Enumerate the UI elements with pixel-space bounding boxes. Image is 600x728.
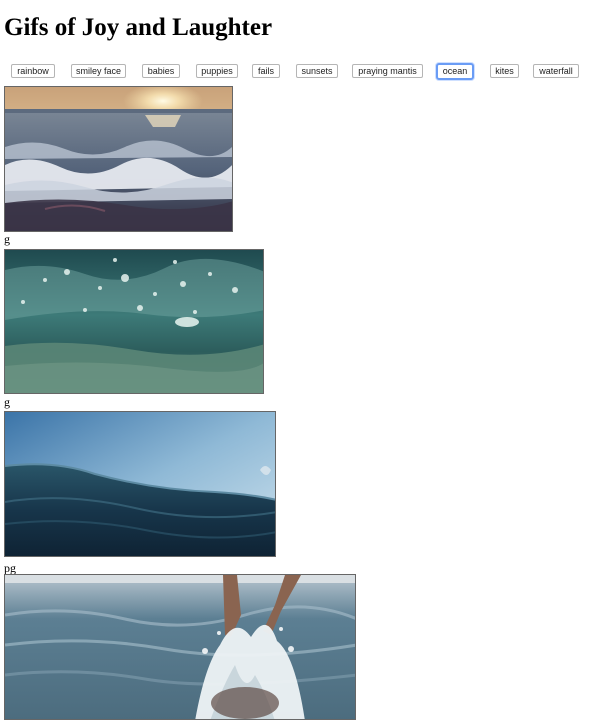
gif-legs-splashing-surf — [4, 574, 356, 720]
gif-caption: g — [4, 232, 10, 246]
topic-button-babies[interactable]: babies — [142, 64, 180, 78]
page-title: Gifs of Joy and Laughter — [4, 14, 273, 41]
topic-button-waterfall[interactable]: waterfall — [533, 64, 579, 78]
topic-button-puppies[interactable]: puppies — [196, 64, 238, 78]
gif-caption: g — [4, 395, 10, 409]
gif-ocean-sunset-waves — [4, 86, 233, 232]
topic-button-sunsets[interactable]: sunsets — [296, 64, 338, 78]
gif-caption: pg — [4, 561, 16, 575]
topic-button-ocean[interactable]: ocean — [436, 62, 474, 80]
gif-ocean-wave-sky — [4, 411, 276, 557]
topic-button-rainbow[interactable]: rainbow — [11, 64, 55, 78]
topic-button-fails[interactable]: fails — [252, 64, 280, 78]
gif-underwater-surface — [4, 249, 264, 394]
topic-button-smiley-face[interactable]: smiley face — [71, 64, 126, 78]
topic-button-kites[interactable]: kites — [490, 64, 519, 78]
topic-button-praying-mantis[interactable]: praying mantis — [352, 64, 423, 78]
